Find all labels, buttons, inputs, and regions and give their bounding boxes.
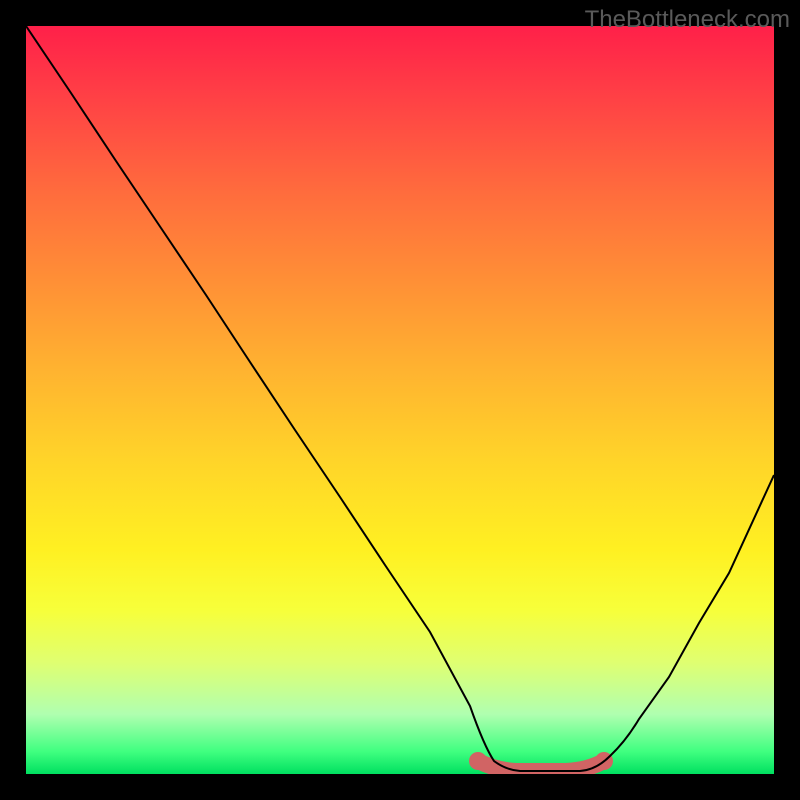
watermark-text: TheBottleneck.com (585, 6, 790, 34)
chart-curve-layer (26, 26, 774, 774)
main-curve (26, 26, 774, 771)
